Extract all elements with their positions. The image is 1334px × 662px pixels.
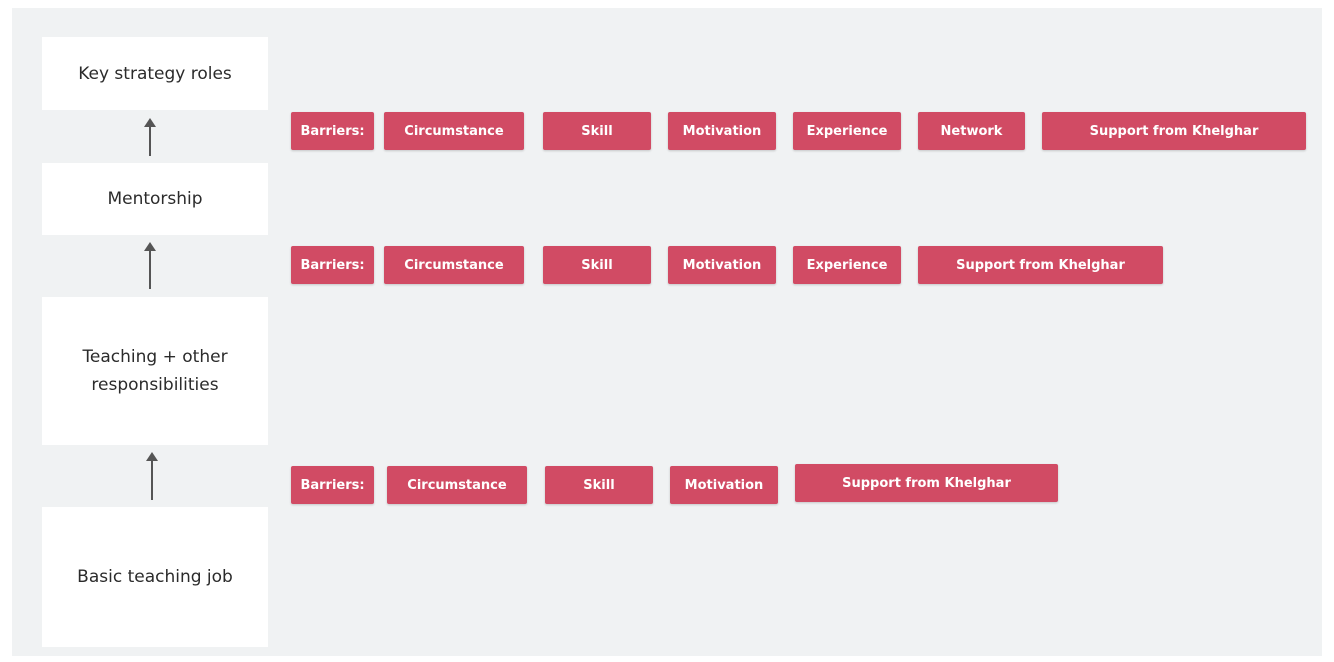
barrier-tag: Circumstance <box>384 112 524 150</box>
barrier-tag: Skill <box>543 246 651 284</box>
arrow-up-icon <box>143 118 157 156</box>
arrow-up-icon <box>143 242 157 289</box>
barrier-tag: Support from Khelghar <box>795 464 1058 502</box>
barrier-tag: Support from Khelghar <box>1042 112 1306 150</box>
stage-key-strategy-roles: Key strategy roles <box>42 37 268 110</box>
arrow-up-icon <box>145 452 159 500</box>
barrier-tag: Support from Khelghar <box>918 246 1163 284</box>
barrier-tag: Experience <box>793 112 901 150</box>
stage-mentorship: Mentorship <box>42 163 268 235</box>
barriers-label: Barriers: <box>291 112 374 150</box>
stage-label: Basic teaching job <box>77 567 233 587</box>
barrier-tag: Skill <box>545 466 653 504</box>
barriers-label: Barriers: <box>291 246 374 284</box>
diagram-panel: Key strategy roles Mentorship Teaching +… <box>12 8 1322 656</box>
stage-label: Mentorship <box>107 189 203 209</box>
barriers-label: Barriers: <box>291 466 374 504</box>
barrier-tag: Motivation <box>668 112 776 150</box>
barrier-tag: Circumstance <box>384 246 524 284</box>
stage-teaching-other-responsibilities: Teaching + other responsibilities <box>42 297 268 445</box>
barrier-tag: Experience <box>793 246 901 284</box>
barrier-tag: Skill <box>543 112 651 150</box>
barrier-tag: Motivation <box>668 246 776 284</box>
stage-label: Key strategy roles <box>78 63 232 84</box>
stage-basic-teaching-job: Basic teaching job <box>42 507 268 647</box>
barrier-tag: Network <box>918 112 1025 150</box>
barrier-tag: Motivation <box>670 466 778 504</box>
diagram-canvas: Key strategy roles Mentorship Teaching +… <box>0 0 1334 662</box>
barrier-tag: Circumstance <box>387 466 527 504</box>
stage-label: Teaching + other responsibilities <box>82 347 228 395</box>
